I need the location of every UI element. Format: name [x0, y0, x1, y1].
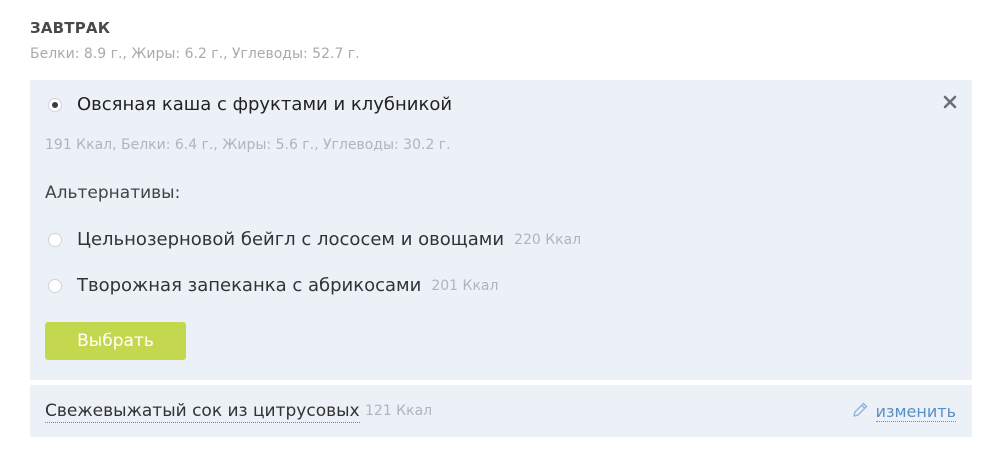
alternative-kcal: 220 Ккал [514, 231, 582, 248]
choose-button[interactable]: Выбрать [45, 322, 186, 360]
edit-link[interactable]: изменить [850, 400, 956, 424]
extra-dish-kcal: 121 Ккал [365, 403, 433, 419]
dish-card: Овсяная каша с фруктами и клубникой 191 … [30, 80, 972, 380]
close-icon[interactable] [942, 94, 958, 110]
alternative-kcal: 201 Ккал [431, 277, 499, 294]
alternatives-title: Альтернативы: [45, 183, 181, 203]
meal-macros: Белки: 8.9 г., Жиры: 6.2 г., Углеводы: 5… [30, 46, 360, 62]
radio-selected[interactable] [48, 97, 62, 112]
edit-label: изменить [875, 402, 956, 422]
selected-dish[interactable]: Овсяная каша с фруктами и клубникой [48, 94, 452, 115]
extra-dish-row: Свежевыжатый сок из цитрусовых 121 Ккал … [30, 385, 972, 437]
pencil-icon [850, 400, 870, 424]
selected-dish-macros: 191 Ккал, Белки: 6.4 г., Жиры: 5.6 г., У… [45, 137, 451, 153]
meal-title: ЗАВТРАК [30, 19, 111, 37]
selected-dish-name: Овсяная каша с фруктами и клубникой [77, 94, 453, 115]
alternative-name: Цельнозерновой бейгл с лососем и овощами [77, 229, 505, 250]
alternative-item[interactable]: Творожная запеканка с абрикосами 201 Кка… [48, 275, 498, 296]
extra-dish-name[interactable]: Свежевыжатый сок из цитрусовых [45, 401, 360, 423]
alternative-name: Творожная запеканка с абрикосами [77, 275, 422, 296]
meal-section: ЗАВТРАК Белки: 8.9 г., Жиры: 6.2 г., Угл… [0, 0, 1000, 459]
radio-unselected[interactable] [48, 278, 62, 293]
alternative-item[interactable]: Цельнозерновой бейгл с лососем и овощами… [48, 229, 581, 250]
radio-unselected[interactable] [48, 232, 62, 247]
